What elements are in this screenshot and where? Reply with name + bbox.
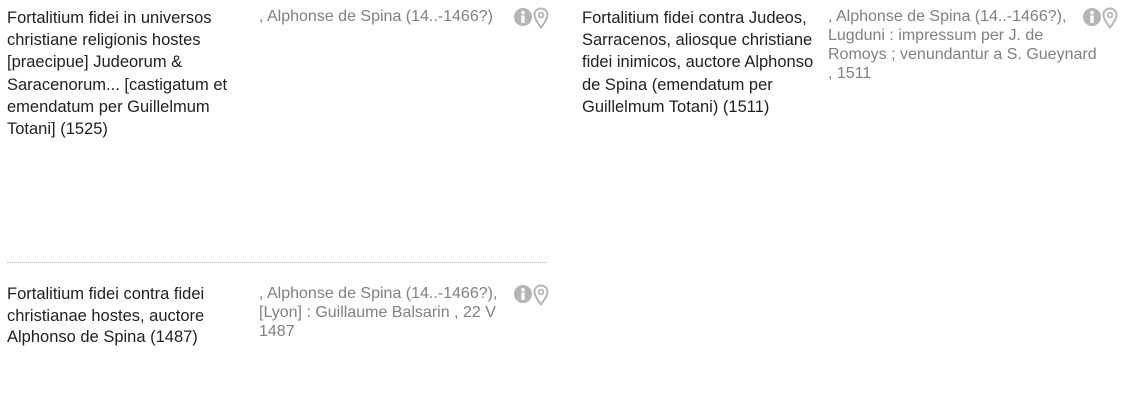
result-author-publication: , Alphonse de Spina (14..-1466?), [Lyon]…	[259, 285, 498, 340]
result-author-publication: , Alphonse de Spina (14..-1466?)	[259, 8, 493, 25]
result-actions	[513, 7, 553, 29]
result-title-link[interactable]: Fortalitium fidei contra Judeos, Sarrace…	[582, 7, 834, 118]
result-actions	[513, 284, 553, 306]
result-actions	[1082, 7, 1122, 29]
map-pin-icon[interactable]	[533, 7, 549, 29]
result-title-link[interactable]: Fortalitium fidei in universos christian…	[7, 7, 259, 140]
result-author-publication: , Alphonse de Spina (14..-1466?), Lugdun…	[828, 8, 1097, 82]
map-pin-icon[interactable]	[1102, 7, 1118, 29]
info-circle-icon[interactable]	[513, 284, 533, 304]
result-item: Fortalitium fidei in universos christian…	[7, 7, 553, 243]
map-pin-icon[interactable]	[533, 284, 549, 306]
info-circle-icon[interactable]	[513, 7, 533, 27]
result-item: Fortalitium fidei contra Judeos, Sarrace…	[582, 7, 1122, 219]
result-divider	[7, 262, 547, 263]
result-title-link[interactable]: Fortalitium fidei contra fidei christian…	[7, 284, 259, 349]
info-circle-icon[interactable]	[1082, 7, 1102, 27]
result-item: Fortalitium fidei contra fidei christian…	[7, 284, 553, 394]
